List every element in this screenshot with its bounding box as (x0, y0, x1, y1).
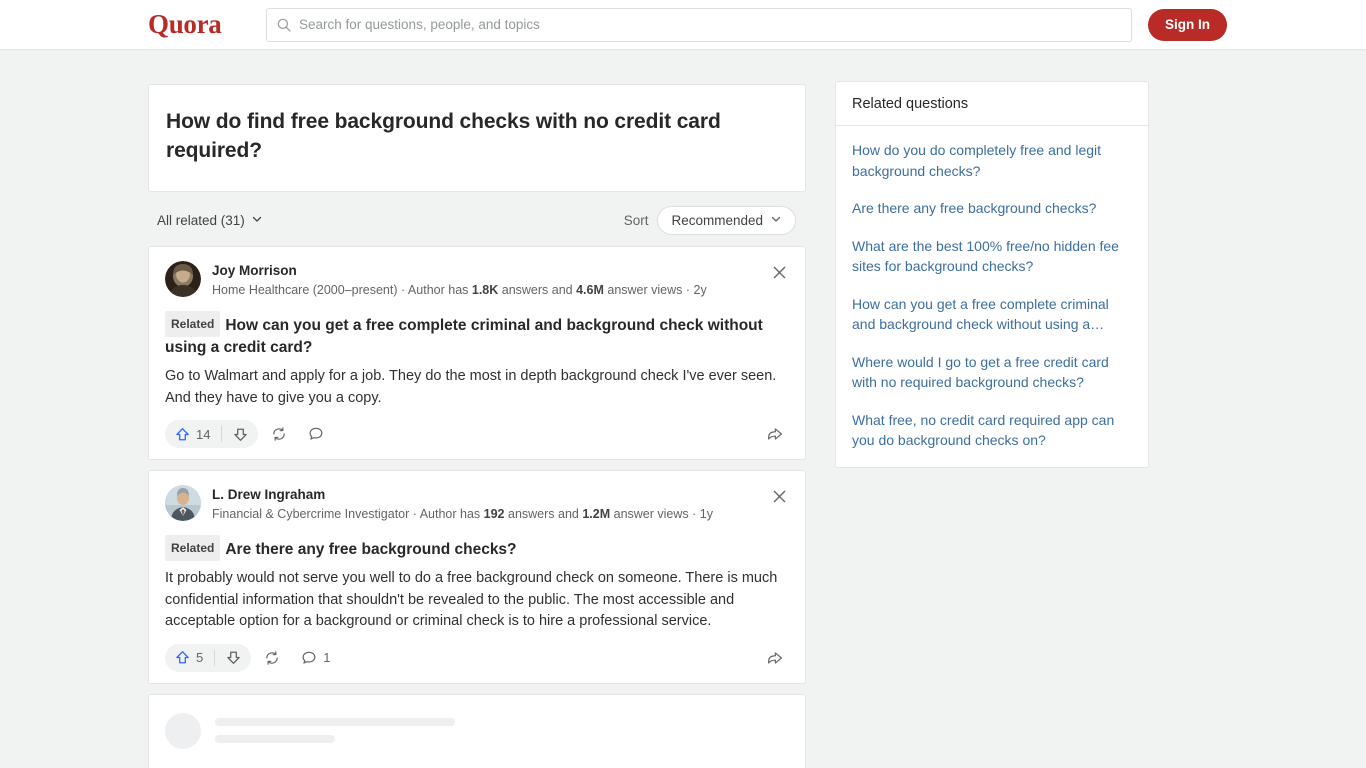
status-badge: Related (165, 535, 221, 561)
sign-in-button[interactable]: Sign In (1148, 8, 1227, 41)
upvote-button[interactable]: 5 (165, 644, 214, 672)
answer-body: It probably would not serve you well to … (165, 570, 778, 629)
credential-prefix: Home Healthcare (2000–present) · Author … (212, 283, 472, 297)
search-icon (277, 18, 291, 32)
upvote-icon (176, 427, 189, 440)
related-question-link[interactable]: How can you get a free complete criminal… (165, 317, 763, 356)
question-card: How do find free background checks with … (148, 84, 806, 192)
answer-card: L. Drew Ingraham Financial & Cybercrime … (148, 470, 806, 684)
related-questions-list: How do you do completely free and legit … (836, 126, 1148, 467)
share-icon (768, 651, 783, 664)
avatar[interactable] (165, 485, 201, 521)
list-item[interactable]: What free, no credit card required app c… (852, 410, 1132, 451)
comment-button[interactable] (300, 420, 338, 448)
answer-author-header: L. Drew Ingraham Financial & Cybercrime … (165, 485, 789, 523)
author-meta: Joy Morrison Home Healthcare (2000–prese… (212, 261, 789, 299)
skeleton-avatar (165, 712, 201, 749)
list-item[interactable]: What are the best 100% free/no hidden fe… (852, 236, 1132, 277)
top-navigation-bar: Quora Sign In (0, 0, 1366, 50)
page-title: How do find free background checks with … (166, 110, 721, 162)
upvote-button[interactable]: 14 (165, 420, 221, 448)
page-body: How do find free background checks with … (0, 50, 1366, 768)
vote-pill: 14 (165, 420, 259, 448)
related-question-link[interactable]: Are there any free background checks? (225, 541, 516, 558)
list-item[interactable]: Are there any free background checks? (852, 198, 1132, 219)
sort-value: Recommended (671, 213, 763, 228)
list-item[interactable]: How can you get a free complete criminal… (852, 294, 1132, 335)
author-credential: Home Healthcare (2000–present) · Author … (212, 281, 789, 299)
views-count: 1.2M (582, 507, 611, 521)
skeleton-bar (215, 735, 335, 743)
credential-mid: answers and (504, 507, 583, 521)
answer-action-bar: 5 1 (165, 643, 789, 672)
search-input[interactable] (299, 17, 1121, 32)
share-button[interactable] (761, 420, 789, 448)
upvote-count: 5 (196, 650, 204, 665)
comment-icon (310, 427, 323, 440)
chevron-down-icon (251, 213, 263, 228)
comment-icon (302, 651, 316, 664)
repost-button[interactable] (263, 420, 295, 448)
answer-body: Go to Walmart and apply for a job. They … (165, 368, 777, 406)
credential-mid: answers and (498, 283, 577, 297)
answer-author-header: Joy Morrison Home Healthcare (2000–prese… (165, 261, 789, 299)
author-name[interactable]: Joy Morrison (212, 262, 789, 279)
share-button[interactable] (761, 644, 789, 672)
author-meta: L. Drew Ingraham Financial & Cybercrime … (212, 485, 789, 523)
quora-logo[interactable]: Quora (148, 9, 222, 40)
close-icon (773, 266, 785, 278)
related-questions-card: Related questions How do you do complete… (835, 81, 1149, 468)
main-column: How do find free background checks with … (148, 84, 806, 768)
credential-suffix: answer views · 1y (610, 507, 713, 521)
answer-action-bar: 14 (165, 420, 789, 448)
action-buttons-left: 5 1 (165, 643, 338, 672)
dismiss-answer-button[interactable] (768, 485, 790, 507)
status-badge: Related (165, 311, 221, 337)
list-item[interactable]: How do you do completely free and legit … (852, 140, 1132, 181)
upvote-count: 14 (196, 426, 211, 442)
all-related-label: All related (31) (157, 213, 245, 228)
vote-pill: 5 (165, 643, 252, 672)
sort-label: Sort (623, 213, 649, 228)
action-buttons-left: 14 (165, 420, 338, 448)
credential-prefix: Financial & Cybercrime Investigator · Au… (212, 507, 484, 521)
downvote-button[interactable] (215, 644, 251, 672)
related-question-row: Related Are there any free background che… (165, 535, 789, 561)
answer-card: Joy Morrison Home Healthcare (2000–prese… (148, 246, 806, 460)
loading-skeleton (148, 693, 806, 768)
downvote-icon (226, 651, 240, 664)
sort-group: Sort Recommended (624, 206, 796, 235)
dismiss-answer-button[interactable] (768, 261, 790, 283)
repost-icon (266, 650, 278, 665)
repost-icon (273, 427, 286, 441)
repost-button[interactable] (256, 644, 288, 672)
list-item[interactable]: Where would I go to get a free credit ca… (852, 352, 1132, 393)
close-icon (773, 490, 785, 502)
search-bar[interactable] (266, 7, 1132, 42)
author-name[interactable]: L. Drew Ingraham (212, 486, 789, 503)
downvote-icon (234, 428, 247, 441)
comment-button[interactable]: 1 (293, 644, 338, 672)
answers-count: 1.8K (471, 283, 499, 297)
all-related-dropdown[interactable]: All related (31) (157, 213, 263, 228)
comment-count: 1 (323, 650, 331, 665)
share-icon (768, 428, 783, 440)
chevron-down-icon (770, 213, 782, 228)
filter-sort-row: All related (31) Sort Recommended (148, 192, 806, 246)
skeleton-bar (215, 718, 455, 726)
avatar[interactable] (165, 261, 201, 297)
downvote-button[interactable] (222, 420, 258, 448)
sort-dropdown[interactable]: Recommended (657, 206, 796, 235)
skeleton-meta-lines (215, 718, 789, 743)
skeleton-header (165, 712, 789, 749)
credential-suffix: answer views · 2y (603, 283, 707, 297)
answers-count: 192 (483, 507, 505, 521)
upvote-icon (176, 651, 189, 664)
sidebar: Related questions How do you do complete… (835, 81, 1149, 468)
related-questions-title: Related questions (836, 82, 1148, 126)
author-credential: Financial & Cybercrime Investigator · Au… (212, 505, 789, 523)
views-count: 4.6M (576, 283, 604, 297)
related-question-row: Related How can you get a free complete c… (165, 311, 789, 359)
